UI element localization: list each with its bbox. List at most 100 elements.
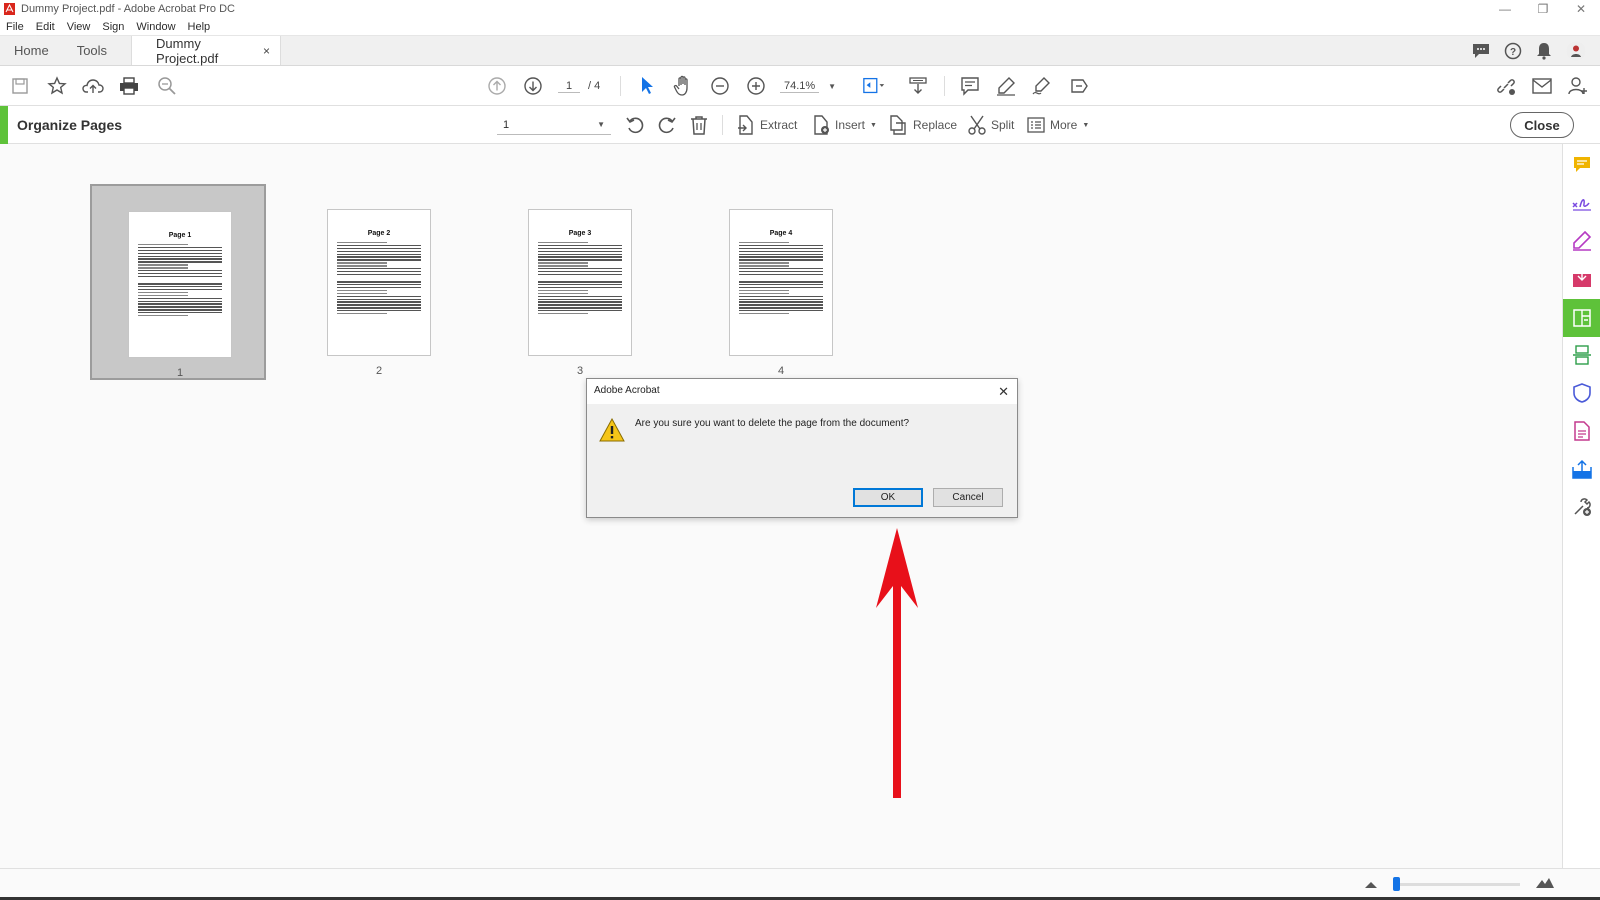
- page-number-label: 1: [176, 367, 184, 379]
- page-preview-title: Page 4: [769, 230, 793, 237]
- save-icon[interactable]: [8, 74, 32, 98]
- chat-icon[interactable]: [1472, 43, 1490, 59]
- page-thumbnail[interactable]: Page 2 2: [291, 184, 467, 380]
- cancel-button[interactable]: Cancel: [933, 488, 1003, 507]
- fill-sign-icon[interactable]: [1569, 190, 1595, 216]
- tab-close-button[interactable]: ×: [263, 44, 270, 58]
- dialog-body: Are you sure you want to delete the page…: [587, 404, 1017, 517]
- print-icon[interactable]: [117, 74, 141, 98]
- menu-file[interactable]: File: [0, 21, 30, 33]
- scroll-mode-icon[interactable]: [906, 74, 930, 98]
- comment-icon[interactable]: [958, 74, 982, 98]
- previous-page-icon[interactable]: [485, 74, 509, 98]
- minimize-button[interactable]: —: [1486, 2, 1524, 16]
- scan-icon[interactable]: [1569, 342, 1595, 368]
- window-title: Dummy Project.pdf - Adobe Acrobat Pro DC: [21, 3, 235, 15]
- page-range-value: 1: [503, 118, 510, 131]
- menu-help[interactable]: Help: [182, 21, 217, 33]
- zoom-in-icon[interactable]: [744, 74, 768, 98]
- create-pdf-icon[interactable]: [1569, 418, 1595, 444]
- next-page-icon[interactable]: [521, 74, 545, 98]
- share-upload-icon[interactable]: [1569, 456, 1595, 482]
- dialog-close-button[interactable]: ✕: [998, 384, 1009, 400]
- select-cursor-icon[interactable]: [635, 74, 659, 98]
- menu-sign[interactable]: Sign: [96, 21, 130, 33]
- hand-tool-icon[interactable]: [671, 74, 695, 98]
- email-icon[interactable]: [1530, 74, 1554, 98]
- extract-button[interactable]: Extract: [737, 114, 797, 136]
- tab-tools[interactable]: Tools: [63, 36, 121, 65]
- page-number-label: 2: [375, 365, 383, 377]
- page-preview-title: Page 2: [367, 230, 391, 237]
- title-bar: Dummy Project.pdf - Adobe Acrobat Pro DC…: [0, 0, 1600, 18]
- more-label: More: [1050, 118, 1078, 132]
- small-thumbnails-icon[interactable]: [1364, 879, 1378, 889]
- page-text-lines: [538, 242, 622, 315]
- page-range-select[interactable]: 1 ▼: [497, 115, 611, 135]
- dialog-title: Adobe Acrobat: [587, 379, 1017, 404]
- send-review-icon[interactable]: [1067, 74, 1091, 98]
- page-display-icon[interactable]: [862, 74, 886, 98]
- menu-window[interactable]: Window: [130, 21, 181, 33]
- insert-page-icon: [814, 115, 829, 135]
- share-link-icon[interactable]: [1494, 74, 1518, 98]
- add-user-icon[interactable]: [1566, 74, 1590, 98]
- split-label: Split: [991, 118, 1015, 132]
- window-close-button[interactable]: ✕: [1562, 2, 1600, 16]
- page-text-lines: [337, 242, 421, 315]
- page-thumbnail[interactable]: Page 1 1: [90, 184, 266, 380]
- delete-trash-icon[interactable]: [690, 114, 708, 136]
- more-button[interactable]: More ▼: [1027, 114, 1089, 136]
- thumbnail-size-slider-handle[interactable]: [1393, 877, 1400, 891]
- current-page-input[interactable]: 1: [558, 80, 580, 93]
- edit-pdf-icon[interactable]: [1569, 228, 1595, 254]
- comment-icon[interactable]: [1569, 152, 1595, 178]
- bookmark-star-icon[interactable]: [45, 74, 69, 98]
- menu-edit[interactable]: Edit: [30, 21, 61, 33]
- toolbar-divider: [944, 76, 945, 96]
- zoom-level-dropdown[interactable]: 74.1% ▼: [780, 76, 836, 96]
- replace-label: Replace: [913, 118, 958, 132]
- rotate-clockwise-icon[interactable]: [657, 114, 677, 136]
- more-tools-icon[interactable]: [1569, 494, 1595, 520]
- tab-home[interactable]: Home: [0, 36, 63, 65]
- more-list-icon: [1027, 117, 1045, 133]
- ok-button[interactable]: OK: [853, 488, 923, 507]
- export-pdf-icon[interactable]: [1569, 266, 1595, 292]
- large-thumbnails-icon[interactable]: [1535, 875, 1555, 889]
- zoom-search-icon[interactable]: [155, 74, 179, 98]
- scissors-icon: [968, 115, 986, 135]
- tool-accent-bar: [0, 106, 8, 144]
- replace-page-icon: [890, 115, 906, 135]
- insert-button[interactable]: Insert ▼: [812, 114, 877, 136]
- chevron-down-icon: ▼: [828, 81, 836, 91]
- replace-button[interactable]: Replace: [888, 114, 957, 136]
- main-toolbar: 1 / 4 74.1% ▼: [0, 66, 1600, 106]
- rotate-counterclockwise-icon[interactable]: [625, 114, 645, 136]
- protect-shield-icon[interactable]: [1569, 380, 1595, 406]
- delete-confirm-dialog: Adobe Acrobat ✕ Are you sure you want to…: [586, 378, 1018, 518]
- tab-bar: Home Tools Dummy Project.pdf × ?: [0, 36, 1600, 66]
- menu-bar: File Edit View Sign Window Help: [0, 18, 1600, 36]
- organize-pages-icon[interactable]: [1563, 299, 1600, 337]
- notifications-bell-icon[interactable]: [1536, 42, 1552, 60]
- thumbnail-size-slider-track[interactable]: [1396, 883, 1520, 886]
- split-button[interactable]: Split: [968, 114, 1014, 136]
- menu-view[interactable]: View: [61, 21, 97, 33]
- page-preview: Page 1: [128, 211, 232, 358]
- sign-pen-icon[interactable]: [1030, 74, 1054, 98]
- user-avatar-icon[interactable]: [1566, 41, 1586, 61]
- page-thumbnail[interactable]: Page 4 4: [693, 184, 869, 380]
- page-number-box: 1 / 4: [558, 76, 608, 96]
- acrobat-app-icon: [4, 3, 15, 15]
- close-organize-button[interactable]: Close: [1510, 112, 1574, 138]
- highlight-pen-icon[interactable]: [994, 74, 1018, 98]
- page-thumbnail[interactable]: Page 3 3: [492, 184, 668, 380]
- warning-icon: [599, 418, 625, 442]
- zoom-out-icon[interactable]: [708, 74, 732, 98]
- help-icon[interactable]: ?: [1504, 42, 1522, 60]
- cloud-upload-icon[interactable]: [81, 74, 105, 98]
- maximize-button[interactable]: ❐: [1524, 2, 1562, 16]
- organize-pages-toolbar: Organize Pages 1 ▼ Extract Insert ▼ Repl…: [0, 106, 1600, 144]
- tab-document[interactable]: Dummy Project.pdf ×: [131, 36, 282, 66]
